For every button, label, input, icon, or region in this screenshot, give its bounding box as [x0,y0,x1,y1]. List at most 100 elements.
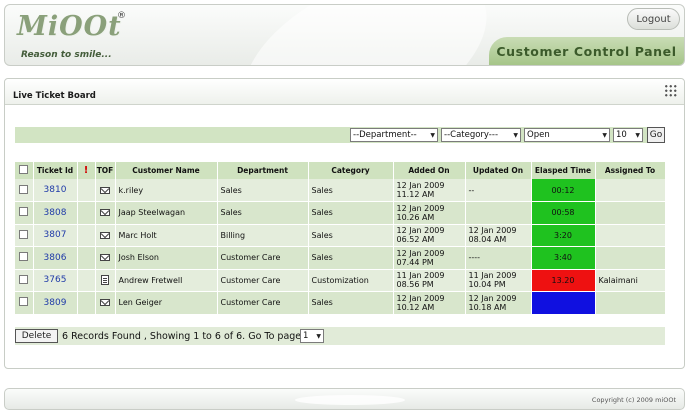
row-checkbox[interactable] [19,207,29,217]
status-select[interactable]: Open ▼ [524,128,610,142]
customer-name-cell: Josh Elson [115,246,218,270]
added-on-cell: 11 Jan 2009 08.56 PM [393,269,466,292]
row-checkbox[interactable] [19,184,29,194]
table-row[interactable]: 3806 Josh Elson Customer Care Sales 12 Jan 2… [15,246,666,270]
row-select-cell[interactable] [15,291,34,315]
added-on-value: 11 Jan 2009 08.56 PM [396,271,445,290]
column-header[interactable]: Elasped Time [531,162,596,179]
ticket-id-link[interactable]: 3809 [44,298,67,308]
go-button[interactable]: Go [647,127,665,143]
assigned-to-cell [595,246,666,270]
delete-button[interactable]: Delete [15,329,58,343]
row-checkbox[interactable] [19,274,29,284]
department-cell: Customer Care [217,246,309,270]
table-row[interactable]: 3810 k.riley Sales Sales 12 Jan 2009 11.12 AM… [15,179,666,202]
customer-name: Len Geiger [118,298,162,308]
elapsed-time-value: 13.20 [551,275,575,285]
page-size-select[interactable]: 10 ▼ [613,128,643,142]
ticket-id-cell[interactable]: 3809 [33,291,78,315]
row-select-cell[interactable] [15,246,34,270]
column-header[interactable]: Category [308,162,394,179]
ticket-id-link[interactable]: 3808 [44,208,67,218]
ticket-id-cell[interactable]: 3765 [33,269,78,292]
column-header[interactable]: ! [77,162,96,179]
records-summary: 6 Records Found , Showing 1 to 6 of 6. G… [62,331,302,342]
table-row[interactable]: 3808 Jaap Steelwagan Sales Sales 12 Jan 2009… [15,201,666,225]
customer-name-cell: Marc Holt [115,224,218,247]
logo[interactable]: MiOOt ® Reason to smile... [17,11,126,60]
row-checkbox[interactable] [19,252,29,262]
added-on-value: 12 Jan 2009 10.26 AM [396,203,445,222]
board-title: Live Ticket Board [13,91,96,101]
assigned-to-cell: Kalaimani [595,269,666,292]
department-value: Sales [220,208,242,218]
added-on-cell: 12 Jan 2009 10.26 AM [393,201,466,225]
column-header[interactable]: TOF [95,162,116,179]
department-select-value: --Department-- [353,130,417,140]
priority-cell [77,201,96,225]
mail-icon [100,299,110,307]
column-header[interactable]: Department [217,162,309,179]
ticket-id-cell[interactable]: 3808 [33,201,78,225]
ticket-id-link[interactable]: 3810 [44,185,67,195]
table-footer: Delete 6 Records Found , Showing 1 to 6 … [15,327,665,345]
select-all-checkbox[interactable] [19,165,29,174]
logo-tagline: Reason to smile... [21,50,112,60]
department-cell: Sales [217,179,309,202]
table-row[interactable]: 3809 Len Geiger Customer Care Sales 12 Jan 2… [15,291,666,315]
column-header[interactable]: Customer Name [115,162,218,179]
ticket-id-cell[interactable]: 3806 [33,246,78,270]
column-header[interactable]: Updated On [465,162,532,179]
elapsed-time-value: 00:58 [551,208,575,218]
ticket-id-link[interactable]: 3765 [44,275,67,285]
ticket-id-link[interactable]: 3806 [44,253,67,263]
row-select-cell[interactable] [15,269,34,292]
logout-button[interactable]: Logout [627,8,680,30]
updated-on-cell: 12 Jan 2009 10.18 AM [465,291,532,315]
updated-on-value: -- [468,185,475,195]
registered-mark: ® [117,11,126,21]
department-cell: Billing [217,224,309,247]
ticket-id-link[interactable]: 3807 [44,230,67,240]
logo-text: MiOOt [17,11,122,42]
row-checkbox[interactable] [19,297,29,307]
row-select-cell[interactable] [15,201,34,225]
category-cell: Customization [308,269,394,292]
updated-on-cell: ---- [465,246,532,270]
chevron-down-icon: ▼ [316,333,321,340]
column-header[interactable]: Ticket Id [33,162,78,179]
chevron-down-icon: ▼ [430,132,435,139]
tof-cell [95,224,116,247]
category-value: Sales [311,298,333,308]
row-select-cell[interactable] [15,224,34,247]
customer-name-cell: k.riley [115,179,218,202]
customer-name: Josh Elson [118,253,159,263]
category-select[interactable]: --Category--- ▼ [441,128,521,142]
page-size-select-value: 10 [616,130,627,140]
table-row[interactable]: 3807 Marc Holt Billing Sales 12 Jan 2009 06.5… [15,224,666,247]
column-header[interactable]: Added On [393,162,466,179]
table-header-row: Ticket Id ! TOF Customer Name Department… [15,162,666,179]
department-select[interactable]: --Department-- ▼ [350,128,438,142]
ticket-id-cell[interactable]: 3807 [33,224,78,247]
elapsed-time-cell: 13.20 [531,269,596,292]
row-select-cell[interactable] [15,179,34,202]
department-value: Sales [220,185,242,195]
header-swoosh-decoration [217,5,513,65]
priority-cell [77,246,96,270]
page-select[interactable]: 1 ▼ [300,329,324,343]
updated-on-value: 12 Jan 2009 08.04 AM [468,226,517,245]
grip-dots-icon[interactable] [664,84,678,98]
select-all-header [15,162,34,179]
row-checkbox[interactable] [19,229,29,239]
updated-on-cell: 11 Jan 2009 10.04 PM [465,269,532,292]
ticket-table: Ticket Id ! TOF Customer Name Department… [15,162,666,315]
ticket-id-cell[interactable]: 3810 [33,179,78,202]
table-row[interactable]: 3765 Andrew Fretwell Customer Care Customiz… [15,269,666,292]
customer-name: k.riley [118,185,144,195]
category-value: Sales [311,253,333,263]
footer-gloss-decoration [295,395,405,405]
department-cell: Sales [217,201,309,225]
chevron-down-icon: ▼ [635,132,640,139]
column-header[interactable]: Assigned To [595,162,666,179]
